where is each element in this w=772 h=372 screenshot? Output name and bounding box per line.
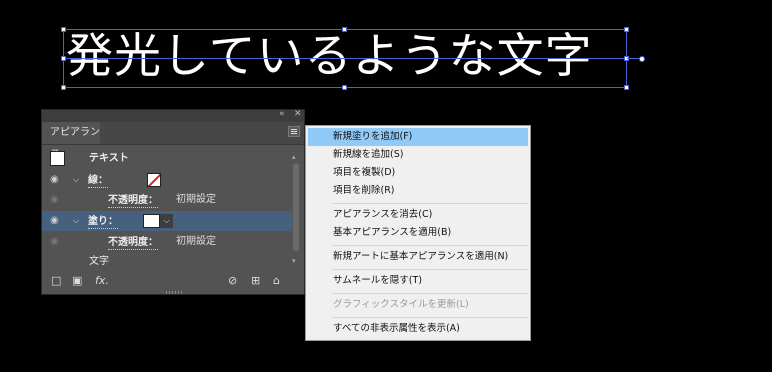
text-path-handle[interactable] [639, 56, 645, 62]
appearance-row-fill-opacity[interactable]: ◉ 不透明度： 初期設定 [42, 232, 292, 252]
appearance-row-object[interactable]: テキスト [42, 149, 292, 169]
trash-icon[interactable]: ⌂ [273, 274, 280, 287]
eye-icon[interactable]: ◉ [50, 190, 59, 210]
scroll-down-icon[interactable]: ▾ [292, 257, 296, 265]
resize-handle-top-left[interactable] [61, 27, 66, 32]
resize-handle-top-right[interactable] [624, 27, 629, 32]
appearance-row-fill[interactable]: ◉ ⌵ 塗り： ⌵ [42, 211, 292, 231]
menu-item-hide-thumbnail[interactable]: サムネールを隠す(T) [308, 272, 528, 290]
add-fill-icon[interactable]: ▣ [72, 274, 82, 287]
menu-item-add-new-fill[interactable]: 新規塗りを追加(F) [308, 128, 528, 146]
close-icon[interactable]: ✕ [294, 109, 302, 119]
appearance-row-stroke-opacity[interactable]: ◉ 不透明度： 初期設定 [42, 190, 292, 210]
resize-handle-bottom-left[interactable] [61, 85, 66, 90]
stroke-label[interactable]: 線： [88, 174, 108, 188]
appearance-panel: « ✕ アピアランス テキスト ◉ ⌵ 線： ◉ 不透明度： 初期設定 ◉ ⌵ … [41, 109, 305, 295]
panel-menu-button[interactable] [288, 126, 300, 137]
menu-separator [332, 317, 528, 318]
stroke-swatch-none[interactable] [147, 173, 161, 187]
menu-item-show-all-hidden-attributes[interactable]: すべての非表示属性を表示(A) [308, 320, 528, 338]
object-thumbnail [50, 151, 65, 166]
resize-handle-bottom-right[interactable] [624, 85, 629, 90]
menu-separator [332, 245, 528, 246]
fill-opacity-value: 初期設定 [176, 236, 216, 247]
panel-flyout-menu: 新規塗りを追加(F) 新規線を追加(S) 項目を複製(D) 項目を削除(R) ア… [305, 125, 531, 341]
fill-swatch[interactable] [143, 214, 160, 228]
panel-title-bar[interactable]: « ✕ [42, 109, 304, 122]
eye-icon[interactable]: ◉ [50, 232, 59, 252]
duplicate-icon[interactable]: ⊞ [251, 274, 260, 287]
object-type-label: テキスト [89, 153, 129, 164]
menu-separator [332, 203, 528, 204]
fill-opacity-label[interactable]: 不透明度： [108, 236, 158, 250]
menu-item-redefine-graphic-style: グラフィックスタイルを更新(L) [333, 299, 469, 310]
menu-item-new-art-basic-appearance[interactable]: 新規アートに基本アピアランスを適用(N) [308, 248, 528, 266]
resize-handle-bottom[interactable] [342, 85, 347, 90]
double-chevron-left-icon[interactable]: « [279, 109, 285, 119]
resize-handle-top[interactable] [342, 27, 347, 32]
tab-appearance[interactable]: アピアランス [42, 122, 100, 160]
resize-handle-left[interactable] [61, 56, 66, 61]
scroll-up-icon[interactable]: ▴ [292, 153, 296, 161]
eye-icon[interactable]: ◉ [50, 211, 59, 231]
menu-separator [332, 293, 528, 294]
menu-separator [332, 269, 528, 270]
menu-item-reduce-to-basic[interactable]: 基本アピアランスを適用(B) [308, 224, 528, 242]
fx-icon[interactable]: fx. [95, 274, 109, 287]
stroke-opacity-value: 初期設定 [176, 194, 216, 205]
menu-item-clear-appearance[interactable]: アピアランスを消去(C) [308, 206, 528, 224]
add-stroke-icon[interactable]: □ [51, 274, 61, 287]
clear-icon[interactable]: ⊘ [228, 274, 237, 287]
appearance-row-stroke[interactable]: ◉ ⌵ 線： [42, 170, 292, 190]
scroll-thumb[interactable] [293, 163, 299, 251]
panel-scrollbar[interactable]: ▴ ▾ [292, 153, 300, 267]
panel-tab-bar: アピアランス [42, 122, 304, 160]
chevron-down-icon[interactable]: ⌵ [73, 170, 79, 190]
chevron-down-icon[interactable]: ⌵ [73, 211, 79, 231]
eye-icon[interactable]: ◉ [50, 170, 59, 190]
menu-item-remove[interactable]: 項目を削除(R) [308, 182, 528, 200]
text-baseline [63, 58, 627, 59]
stroke-opacity-label[interactable]: 不透明度： [108, 194, 158, 208]
chevron-down-icon[interactable]: ⌵ [160, 214, 173, 228]
fill-label[interactable]: 塗り： [88, 215, 118, 229]
resize-grip[interactable] [166, 291, 182, 294]
menu-item-duplicate[interactable]: 項目を複製(D) [308, 164, 528, 182]
panel-footer: □ ▣ fx. ⊘ ⊞ ⌂ [42, 269, 304, 294]
menu-item-add-new-stroke[interactable]: 新規線を追加(S) [308, 146, 528, 164]
